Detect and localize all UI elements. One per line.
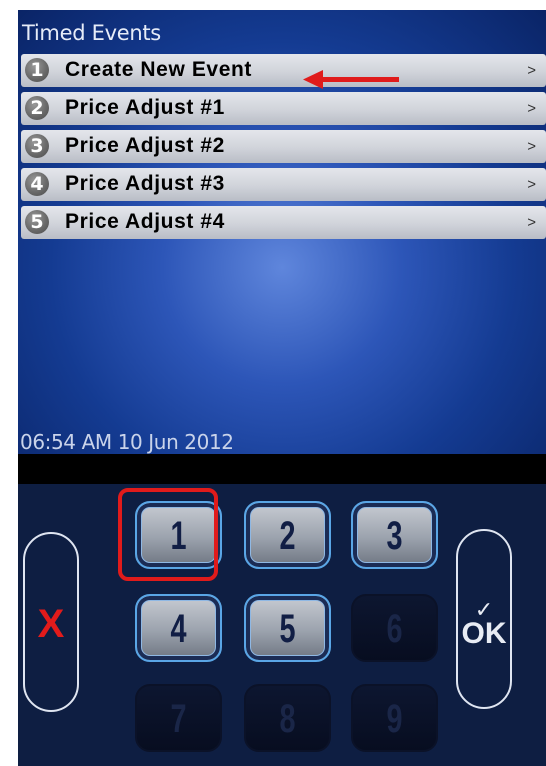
key-label: 5 (279, 607, 296, 651)
menu-item-label: Price Adjust #3 (65, 172, 225, 195)
menu-item-label: Create New Event (65, 58, 253, 81)
menu-item-number-badge: 1 (25, 58, 49, 82)
key-6[interactable]: 6 (351, 594, 438, 662)
chevron-right-icon: > (527, 176, 536, 193)
chevron-right-icon: > (527, 214, 536, 231)
ok-button[interactable]: ✓ OK (456, 529, 512, 709)
menu-item-number-badge: 3 (25, 134, 49, 158)
chevron-right-icon: > (527, 62, 536, 79)
key-3[interactable]: 3 (351, 501, 438, 569)
menu-item-number-badge: 2 (25, 96, 49, 120)
datetime-display: 06:54 AM 10 Jun 2012 (20, 430, 234, 454)
chevron-right-icon: > (527, 100, 536, 117)
left-arrow-icon (303, 70, 399, 89)
key-1-highlight (118, 488, 218, 581)
key-8[interactable]: 8 (244, 684, 331, 752)
ok-label: OK (461, 617, 507, 650)
key-label: 6 (386, 607, 403, 651)
key-label: 7 (170, 697, 187, 741)
key-label: 8 (279, 697, 296, 741)
menu-item-label: Price Adjust #2 (65, 134, 225, 157)
cancel-button[interactable]: X (23, 532, 79, 712)
menu-item-label: Price Adjust #4 (65, 210, 225, 233)
menu-item-price-adjust-1[interactable]: 2 Price Adjust #1 > (21, 92, 546, 125)
chevron-right-icon: > (527, 138, 536, 155)
key-label: 2 (279, 514, 296, 558)
key-9[interactable]: 9 (351, 684, 438, 752)
menu-item-create-new-event[interactable]: 1 Create New Event > (21, 54, 546, 87)
key-label: 9 (386, 697, 403, 741)
menu-item-label: Price Adjust #1 (65, 96, 225, 119)
screen-title: Timed Events (22, 21, 161, 45)
x-icon: X (37, 602, 65, 646)
menu-item-price-adjust-2[interactable]: 3 Price Adjust #2 > (21, 130, 546, 163)
menu-item-price-adjust-4[interactable]: 5 Price Adjust #4 > (21, 206, 546, 239)
key-label: 4 (170, 607, 187, 651)
key-2[interactable]: 2 (244, 501, 331, 569)
key-5[interactable]: 5 (244, 594, 331, 662)
key-7[interactable]: 7 (135, 684, 222, 752)
key-label: 3 (386, 514, 403, 558)
key-4[interactable]: 4 (135, 594, 222, 662)
menu-item-number-badge: 4 (25, 172, 49, 196)
menu-item-number-badge: 5 (25, 210, 49, 234)
display-screen: Timed Events 1 Create New Event > 2 Pric… (18, 10, 546, 454)
menu-item-price-adjust-3[interactable]: 4 Price Adjust #3 > (21, 168, 546, 201)
